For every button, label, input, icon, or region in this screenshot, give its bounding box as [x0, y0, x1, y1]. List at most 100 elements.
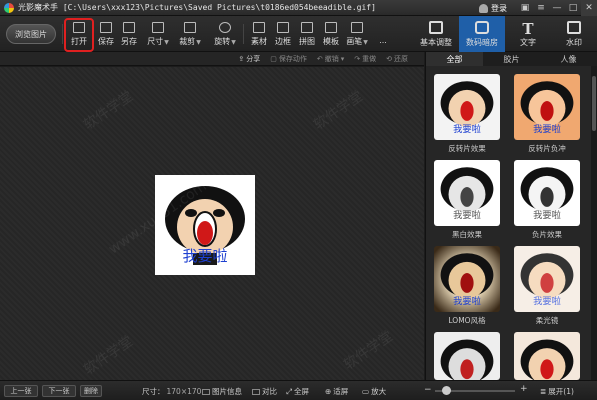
chevron-down-icon: ▾	[340, 54, 345, 63]
minimize-button[interactable]: —	[549, 0, 565, 16]
title-bar: 光影魔术手 [C:\Users\xxx123\Pictures\Saved Pi…	[0, 0, 597, 16]
expand-label: 展开(1)	[548, 387, 574, 396]
effect-label: 负片效果	[532, 230, 562, 239]
image-info-button[interactable]: 图片信息	[202, 386, 242, 397]
fullscreen-label: 全屏	[294, 387, 309, 396]
info-icon	[202, 388, 210, 395]
undo-icon: ↶	[316, 54, 323, 63]
share-icon: ⇪	[238, 54, 245, 63]
redo-button[interactable]: ↷ 重做	[354, 54, 376, 64]
tab-digital-darkroom[interactable]: 数码暗房	[459, 16, 505, 52]
tab-all[interactable]: 全部	[426, 52, 483, 66]
save-action-icon: ▢	[270, 54, 277, 63]
rotate-button[interactable]: 旋转▼	[212, 20, 238, 50]
more-icon	[377, 22, 389, 33]
close-button[interactable]: ✕	[581, 0, 597, 16]
tab-text[interactable]: T 文字	[505, 16, 551, 52]
effect-item[interactable]: 我要啦 反转片负冲	[510, 74, 586, 158]
effect-item[interactable]: 我要啦 黑白效果	[430, 160, 506, 244]
border-button[interactable]: 边框	[272, 20, 294, 50]
crop-button[interactable]: 裁剪▼	[178, 20, 202, 50]
effect-item[interactable]: 我要啦 反转片效果	[430, 74, 506, 158]
share-button[interactable]: ⇪ 分享	[238, 54, 260, 64]
image-preview[interactable]: 我要啦	[155, 175, 255, 275]
cartoon-image: 我要啦	[165, 186, 245, 265]
close-icon: ✕	[585, 3, 593, 13]
expand-icon: ≣	[540, 387, 547, 396]
open-icon	[73, 22, 85, 33]
effects-scrollbar[interactable]	[591, 66, 597, 380]
collage-icon	[301, 22, 313, 33]
brush-label: 画笔▼	[346, 37, 368, 46]
zoom-out-icon[interactable]: −	[424, 385, 432, 395]
login-button[interactable]: 登录	[479, 3, 507, 14]
watermark-icon	[567, 20, 581, 34]
scrollbar-thumb[interactable]	[592, 76, 596, 131]
resize-button[interactable]: 尺寸▼	[146, 20, 170, 50]
template-button[interactable]: 模板	[320, 20, 342, 50]
collage-button[interactable]: 拼图	[296, 20, 318, 50]
save-label: 保存	[98, 37, 114, 46]
next-image-button[interactable]: 下一张	[42, 385, 76, 397]
more-button[interactable]: ...	[374, 20, 392, 50]
effect-item[interactable]: 我要啦 LOMO风格	[430, 246, 506, 330]
darkroom-icon	[475, 20, 489, 34]
effect-item[interactable]: 我要啦 负片效果	[510, 160, 586, 244]
save-as-button[interactable]: 另存	[118, 20, 140, 50]
action-bar: ⇪ 分享 ▢ 保存动作 ↶ 撤销 ▾ ↷ 重做 ⟲ 还原	[0, 52, 424, 66]
redo-icon: ↷	[354, 54, 361, 63]
title-controls: 登录 ▣ ≡ — □ ✕	[479, 0, 597, 16]
svg-text:我要啦: 我要啦	[453, 209, 481, 221]
image-caption: 我要啦	[182, 247, 227, 265]
zoom-label: 放大	[371, 387, 387, 396]
border-label: 边框	[275, 37, 291, 46]
fit-screen-button[interactable]: ⊕ 适屏	[325, 386, 348, 397]
fullscreen-button[interactable]: ⤢ 全屏	[286, 386, 309, 397]
zoom-button[interactable]: ▭ 放大	[362, 386, 386, 397]
menu-icon: ≡	[537, 3, 545, 13]
text-icon: T	[522, 19, 534, 38]
zoom-slider[interactable]	[435, 386, 515, 395]
effect-label: 反转片效果	[448, 144, 486, 153]
tab-watermark[interactable]: 水印	[551, 16, 597, 52]
zoom-slider-knob[interactable]	[442, 386, 452, 395]
compare-label: 对比	[262, 387, 277, 396]
tab-portrait[interactable]: 人像	[540, 52, 597, 66]
zoom-in-icon[interactable]: +	[520, 384, 528, 394]
login-label: 登录	[491, 3, 507, 13]
prev-image-button[interactable]: 上一张	[4, 385, 38, 397]
save-button[interactable]: 保存	[95, 20, 117, 50]
redo-label: 重做	[362, 54, 377, 63]
material-button[interactable]: 素材	[248, 20, 270, 50]
right-tab-bar: 基本调整 数码暗房 T 文字 水印	[413, 16, 597, 52]
user-icon	[479, 3, 488, 13]
restore-button[interactable]: ⟲ 还原	[386, 54, 408, 64]
image-canvas[interactable]: 我要啦	[0, 67, 424, 380]
effect-thumbnail: 我要啦	[514, 74, 580, 140]
skin-button[interactable]: ▣	[517, 0, 533, 16]
save-action-button[interactable]: ▢ 保存动作	[270, 54, 307, 64]
effect-label: 柔光镜	[535, 316, 559, 325]
effect-item[interactable]: 我要啦 柔光镜	[510, 246, 586, 330]
delete-button[interactable]: 删除	[80, 385, 102, 397]
open-button[interactable]: 打开	[64, 18, 94, 52]
tab-film[interactable]: 胶片	[483, 52, 540, 66]
main-toolbar: 浏览图片 打开 保存 另存 尺寸▼ 裁剪▼ 旋转▼ 素材 边框 拼图 模板 画笔…	[0, 16, 597, 52]
effect-label: LOMO风格	[448, 316, 486, 325]
effect-thumbnail: 我要啦	[514, 160, 580, 226]
tab-label: 基本调整	[420, 37, 452, 47]
maximize-button[interactable]: □	[565, 0, 581, 16]
app-logo-icon	[4, 2, 14, 13]
undo-button[interactable]: ↶ 撤销 ▾	[317, 54, 344, 64]
browse-images-button[interactable]: 浏览图片	[6, 24, 56, 44]
menu-button[interactable]: ≡	[533, 0, 549, 16]
file-path: [C:\Users\xxx123\Pictures\Saved Pictures…	[62, 3, 376, 12]
expand-button[interactable]: ≣ 展开(1)	[540, 386, 574, 397]
resize-icon	[152, 22, 164, 33]
collage-label: 拼图	[299, 37, 315, 46]
tab-basic-adjust[interactable]: 基本调整	[413, 16, 459, 52]
effect-thumbnail: 我要啦	[434, 74, 500, 140]
brush-button[interactable]: 画笔▼	[344, 20, 370, 50]
compare-button[interactable]: 对比	[252, 386, 277, 397]
save-as-icon	[123, 22, 135, 33]
